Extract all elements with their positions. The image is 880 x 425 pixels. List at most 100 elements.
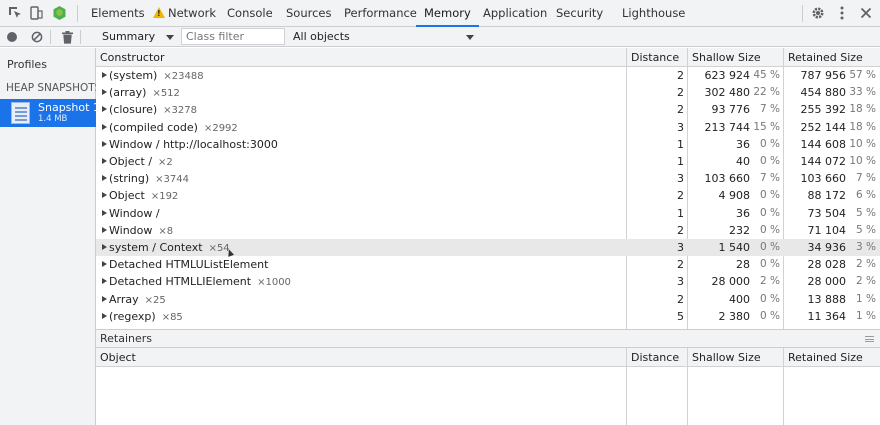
class-filter-input[interactable]: [181, 28, 285, 45]
devtools-tab-bar: Elements ! Network Console Sources Perfo…: [0, 0, 880, 27]
extension-icon[interactable]: [51, 5, 67, 21]
device-toolbar-icon[interactable]: [28, 5, 44, 21]
chevron-down-icon[interactable]: [166, 35, 174, 40]
constructor-label: Detached HTMLLIElement: [109, 275, 252, 289]
distance-cell: 2: [677, 69, 684, 82]
table-row[interactable]: (compiled code) ×2992 3 213 744 15 % 252 144 1…: [96, 119, 880, 136]
expand-triangle-icon[interactable]: [102, 278, 107, 285]
instance-count: ×3278: [163, 105, 197, 117]
record-icon[interactable]: [7, 32, 17, 42]
retained-percent-cell: 7 %: [856, 172, 876, 185]
expand-triangle-icon[interactable]: [102, 106, 107, 113]
retained-size-cell: 144 072: [800, 155, 847, 168]
expand-triangle-icon[interactable]: [102, 261, 107, 268]
table-row[interactable]: (system) ×23488 2 623 924 45 % 787 956 57 %: [96, 67, 880, 84]
constructor-label: (system): [109, 69, 158, 82]
tab-lighthouse[interactable]: Lighthouse: [622, 0, 685, 27]
retained-percent-cell: 2 %: [856, 258, 876, 271]
table-row[interactable]: Detached HTMLLIElement ×1000 3 28 000 2 % 28 …: [96, 273, 880, 290]
retained-size-cell: 454 880: [800, 86, 847, 100]
tab-application[interactable]: Application: [483, 0, 547, 27]
table-row[interactable]: Window / http://localhost:3000 1 36 0 % 144 …: [96, 136, 880, 153]
shallow-size-cell: 103 660: [704, 172, 751, 186]
expand-triangle-icon[interactable]: [102, 209, 107, 216]
expand-triangle-icon[interactable]: [102, 312, 107, 319]
instance-count: ×1000: [257, 277, 291, 289]
expand-triangle-icon[interactable]: [102, 226, 107, 233]
distance-cell: 3: [677, 172, 684, 186]
retained-size-cell: 73 504: [807, 206, 847, 220]
constructor-label: system / Context: [109, 241, 203, 254]
column-header-constructor[interactable]: Constructor: [100, 48, 165, 67]
expand-triangle-icon[interactable]: [102, 140, 107, 147]
table-row[interactable]: (string) ×3744 3 103 660 7 % 103 660 7 %: [96, 170, 880, 187]
shallow-percent-cell: 0 %: [760, 292, 780, 305]
view-select[interactable]: Summary: [102, 27, 155, 47]
retained-size-cell: 13 888: [807, 292, 847, 306]
table-row[interactable]: Object ×192 2 4 908 0 % 88 172 6 %: [96, 187, 880, 204]
snapshot-size: 1.4 MB: [38, 114, 68, 124]
table-row[interactable]: Detached HTMLUListElement 2 28 0 % 28 028 2 %: [96, 256, 880, 273]
table-row[interactable]: system / Context ×54 3 1 540 0 % 34 936 3 %: [96, 239, 880, 256]
shallow-percent-cell: 0 %: [760, 137, 780, 150]
constructor-label: Detached HTMLUListElement: [109, 258, 269, 272]
retained-percent-cell: 6 %: [856, 189, 876, 202]
expand-triangle-icon[interactable]: [102, 175, 107, 182]
tab-elements[interactable]: Elements: [91, 0, 145, 27]
expand-triangle-icon[interactable]: [102, 72, 107, 78]
column-header-shallow-size[interactable]: Shallow Size: [692, 48, 761, 67]
shallow-percent-cell: 2 %: [760, 275, 780, 288]
shallow-percent-cell: 22 %: [753, 86, 780, 99]
constructor-label: (closure): [109, 103, 158, 117]
settings-gear-icon[interactable]: [810, 5, 826, 21]
snapshot-item[interactable]: Snapshot 1 1.4 MB: [0, 99, 96, 127]
shallow-percent-cell: 0 %: [760, 223, 780, 236]
inspect-icon[interactable]: [7, 5, 23, 21]
tab-performance[interactable]: Performance: [344, 0, 417, 27]
retainers-header[interactable]: Retainers: [96, 329, 880, 348]
table-row[interactable]: (regexp) ×85 5 2 380 0 % 11 364 1 %: [96, 308, 880, 325]
profiles-heading: Profiles: [7, 58, 47, 71]
resize-handle-icon[interactable]: [865, 336, 874, 342]
retained-percent-cell: 2 %: [856, 275, 876, 288]
memory-toolbar: Summary All objects: [0, 27, 880, 47]
chevron-down-icon[interactable]: [466, 35, 474, 40]
tab-security[interactable]: Security: [556, 0, 603, 27]
constructor-label: Window / http://localhost:3000: [109, 137, 278, 151]
expand-triangle-icon[interactable]: [102, 123, 107, 130]
retained-size-cell: 252 144: [800, 120, 847, 134]
objects-select[interactable]: All objects: [293, 27, 350, 47]
retained-percent-cell: 1 %: [856, 292, 876, 305]
expand-triangle-icon[interactable]: [102, 244, 107, 250]
column-header-distance[interactable]: Distance: [631, 348, 679, 367]
retained-size-cell: 28 000: [807, 275, 847, 289]
column-header-retained-size[interactable]: Retained Size: [788, 48, 863, 67]
retained-percent-cell: 57 %: [849, 69, 876, 81]
garbage-collect-icon[interactable]: [59, 29, 75, 45]
column-header-shallow-size[interactable]: Shallow Size: [692, 348, 761, 367]
toolbar-divider: [802, 5, 803, 22]
distance-cell: 2: [677, 86, 684, 100]
expand-triangle-icon[interactable]: [102, 158, 107, 164]
table-row[interactable]: (closure) ×3278 2 93 776 7 % 255 392 18 %: [96, 101, 880, 118]
column-header-object[interactable]: Object: [100, 348, 136, 367]
table-row[interactable]: Object / ×2 1 40 0 % 144 072 10 %: [96, 153, 880, 170]
retained-size-cell: 34 936: [807, 241, 847, 254]
tab-memory[interactable]: Memory: [416, 0, 479, 27]
close-icon[interactable]: [858, 5, 874, 21]
table-row[interactable]: Array ×25 2 400 0 % 13 888 1 %: [96, 291, 880, 308]
tab-sources[interactable]: Sources: [286, 0, 332, 27]
expand-triangle-icon[interactable]: [102, 295, 107, 302]
clear-icon[interactable]: [29, 29, 45, 45]
table-row[interactable]: (array) ×512 2 302 480 22 % 454 880 33 %: [96, 84, 880, 101]
expand-triangle-icon[interactable]: [102, 192, 107, 199]
tab-console[interactable]: Console: [227, 0, 273, 27]
table-row[interactable]: Window / 1 36 0 % 73 504 5 %: [96, 205, 880, 222]
table-row[interactable]: Window ×8 2 232 0 % 71 104 5 %: [96, 222, 880, 239]
more-vertical-icon[interactable]: [834, 5, 850, 21]
tab-network[interactable]: Network: [168, 0, 216, 27]
column-header-retained-size[interactable]: Retained Size: [788, 348, 863, 367]
column-header-distance[interactable]: Distance: [631, 48, 679, 67]
instance-count: ×2: [158, 157, 173, 168]
expand-triangle-icon[interactable]: [102, 89, 107, 96]
